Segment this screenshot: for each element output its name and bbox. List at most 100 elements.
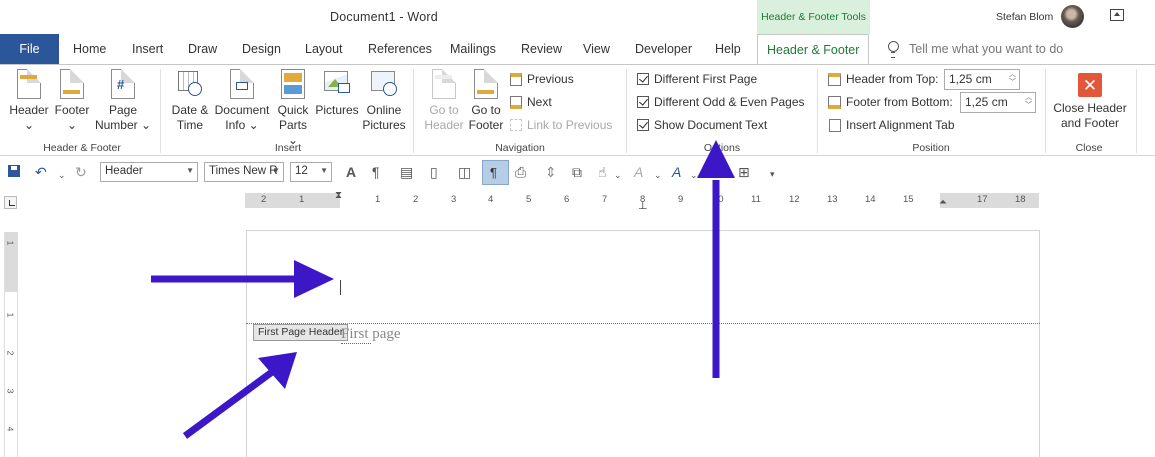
chevron-down-icon: ⌄ bbox=[66, 118, 78, 132]
different-odd-even-checkbox[interactable]: Different Odd & Even Pages bbox=[637, 95, 805, 109]
vertical-ruler-number: 2 bbox=[5, 350, 16, 356]
go-to-header-button[interactable]: Go to Header bbox=[422, 69, 466, 133]
tab-help[interactable]: Help bbox=[715, 34, 741, 64]
previous-button[interactable]: Previous bbox=[510, 72, 574, 86]
touch-mode-icon[interactable]: ☝ bbox=[598, 165, 607, 179]
ruler-number: 5 bbox=[526, 194, 532, 205]
spinner-arrows-icon[interactable]: ︿ ﹀ bbox=[1025, 94, 1032, 110]
calendar-clock-icon bbox=[176, 69, 204, 99]
tab-developer[interactable]: Developer bbox=[635, 34, 692, 64]
go-to-footer-button[interactable]: Go to Footer bbox=[466, 69, 506, 133]
header-button[interactable]: Header ⌄ bbox=[8, 69, 50, 133]
group-divider bbox=[1045, 69, 1046, 153]
pictures-button[interactable]: Pictures bbox=[315, 69, 359, 118]
link-to-previous-button[interactable]: Link to Previous bbox=[510, 118, 612, 132]
paragraph-mark-icon[interactable]: ¶ bbox=[372, 165, 380, 179]
tab-selector-icon[interactable] bbox=[4, 196, 17, 209]
chevron-down-icon: ⌄ bbox=[248, 118, 259, 132]
chevron-down-icon[interactable]: ⌄ bbox=[654, 168, 662, 182]
tab-layout[interactable]: Layout bbox=[305, 34, 343, 64]
tab-design[interactable]: Design bbox=[242, 34, 281, 64]
tab-home[interactable]: Home bbox=[73, 34, 106, 64]
ruler-number: 17 bbox=[977, 194, 988, 205]
document-info-icon bbox=[230, 69, 254, 99]
redo-icon[interactable]: ↻ bbox=[75, 165, 87, 179]
header-from-top-value: 1,25 cm bbox=[949, 72, 992, 86]
link-to-previous-label: Link to Previous bbox=[527, 118, 613, 132]
first-page-header-tag: First Page Header bbox=[253, 324, 349, 341]
style-combobox[interactable]: Header ▼ bbox=[100, 162, 198, 182]
tab-file[interactable]: File bbox=[0, 34, 59, 64]
document-info-label-2: Info bbox=[225, 118, 246, 132]
dropdown-arrow-icon: ▼ bbox=[186, 166, 194, 175]
spacing-icon[interactable]: ⇕ bbox=[545, 165, 557, 179]
chevron-down-icon[interactable]: ⌄ bbox=[690, 168, 698, 182]
font-color-a-icon[interactable]: A bbox=[346, 165, 356, 179]
close-header-footer-button[interactable]: ✕ Close Header and Footer bbox=[1050, 69, 1130, 131]
horizontal-ruler[interactable]: 2 1 1 2 3 4 5 6 7 8 9 10 11 12 13 14 15 … bbox=[245, 190, 1039, 212]
vertical-ruler[interactable]: 1 1 2 3 4 bbox=[4, 232, 18, 457]
copy-icon[interactable]: ⧉ bbox=[572, 165, 582, 179]
group-label-navigation: Navigation bbox=[495, 142, 545, 154]
online-pictures-label-1: Online bbox=[366, 103, 402, 117]
link-icon bbox=[510, 119, 522, 131]
quick-parts-button[interactable]: Quick Parts ⌄ bbox=[273, 69, 313, 148]
insert-alignment-tab-button[interactable]: Insert Alignment Tab bbox=[829, 118, 955, 132]
center-tab-marker-icon[interactable]: ⊥ bbox=[638, 199, 648, 212]
footer-position-icon bbox=[828, 95, 841, 109]
ribbon-tabs: File Home Insert Draw Design Layout Refe… bbox=[0, 34, 1155, 65]
undo-icon[interactable]: ↶ bbox=[35, 165, 47, 179]
header-from-top-spinner[interactable]: 1,25 cm ︿ ﹀ bbox=[944, 69, 1020, 90]
tell-me-search[interactable]: Tell me what you want to do bbox=[887, 41, 1063, 58]
spinner-arrows-icon[interactable]: ︿ ﹀ bbox=[1009, 71, 1016, 87]
page-number-label-1: Page bbox=[108, 103, 138, 117]
different-first-page-checkbox[interactable]: Different First Page bbox=[637, 72, 757, 86]
show-hide-marks-button[interactable]: ¶ bbox=[482, 160, 509, 185]
quick-print-icon[interactable]: ⎙ bbox=[515, 165, 526, 179]
font-combobox[interactable]: Times New R ▼ bbox=[204, 162, 284, 182]
document-info-button[interactable]: Document Info ⌄ bbox=[212, 69, 272, 133]
next-button[interactable]: Next bbox=[510, 95, 552, 109]
online-pictures-button[interactable]: Online Pictures bbox=[360, 69, 408, 133]
page-number-button[interactable]: # Page Number ⌄ bbox=[94, 69, 152, 133]
avatar[interactable] bbox=[1061, 5, 1084, 28]
highlight-icon[interactable]: A bbox=[672, 165, 681, 179]
footer-from-bottom-spinner[interactable]: 1,25 cm ︿ ﹀ bbox=[960, 92, 1036, 113]
customize-qat-icon[interactable]: ▾ bbox=[770, 167, 775, 181]
header-position-icon bbox=[828, 72, 841, 86]
footer-button[interactable]: Footer ⌄ bbox=[52, 69, 92, 133]
tab-review[interactable]: Review bbox=[521, 34, 562, 64]
blank-page-icon[interactable]: ▯ bbox=[430, 165, 438, 179]
group-divider bbox=[817, 69, 818, 153]
tab-insert[interactable]: Insert bbox=[132, 34, 163, 64]
tab-mailings[interactable]: Mailings bbox=[450, 34, 496, 64]
insert-alignment-tab-label: Insert Alignment Tab bbox=[846, 118, 955, 132]
next-section-icon bbox=[510, 95, 522, 109]
chevron-down-icon[interactable]: ⌄ bbox=[58, 168, 66, 182]
text-effects-icon[interactable]: A bbox=[634, 165, 643, 179]
indent-marker-icon[interactable]: ⧗ bbox=[335, 190, 342, 201]
tab-header-footer[interactable]: Header & Footer bbox=[757, 34, 870, 65]
footer-icon bbox=[60, 69, 84, 99]
ruler-number: 12 bbox=[789, 194, 800, 205]
tab-view[interactable]: View bbox=[583, 34, 610, 64]
ribbon-display-options-icon[interactable] bbox=[1110, 9, 1124, 21]
tab-references[interactable]: References bbox=[368, 34, 432, 64]
header-from-top-label: Header from Top: bbox=[846, 72, 939, 86]
text-box-icon[interactable]: ▤ bbox=[400, 165, 413, 179]
right-indent-marker-icon[interactable]: ⏶ bbox=[939, 197, 947, 208]
save-icon[interactable] bbox=[8, 165, 20, 179]
header-from-top-label-row: Header from Top: bbox=[828, 72, 939, 86]
chevron-down-icon[interactable]: ⌄ bbox=[614, 168, 622, 182]
text-cursor bbox=[340, 280, 341, 295]
close-label-1: Close Header bbox=[1053, 101, 1127, 115]
tab-draw[interactable]: Draw bbox=[188, 34, 217, 64]
ruler-number: 7 bbox=[602, 194, 608, 205]
print-preview-icon[interactable]: ◫ bbox=[458, 165, 471, 179]
user-name[interactable]: Stefan Blom bbox=[996, 11, 1053, 23]
chevron-down-icon: ⌄ bbox=[23, 118, 35, 132]
date-time-button[interactable]: Date & Time bbox=[168, 69, 212, 133]
font-size-combobox[interactable]: 12 ▼ bbox=[290, 162, 332, 182]
show-document-text-checkbox[interactable]: Show Document Text bbox=[637, 118, 767, 132]
table-grid-icon[interactable]: ⊞ bbox=[738, 165, 750, 179]
